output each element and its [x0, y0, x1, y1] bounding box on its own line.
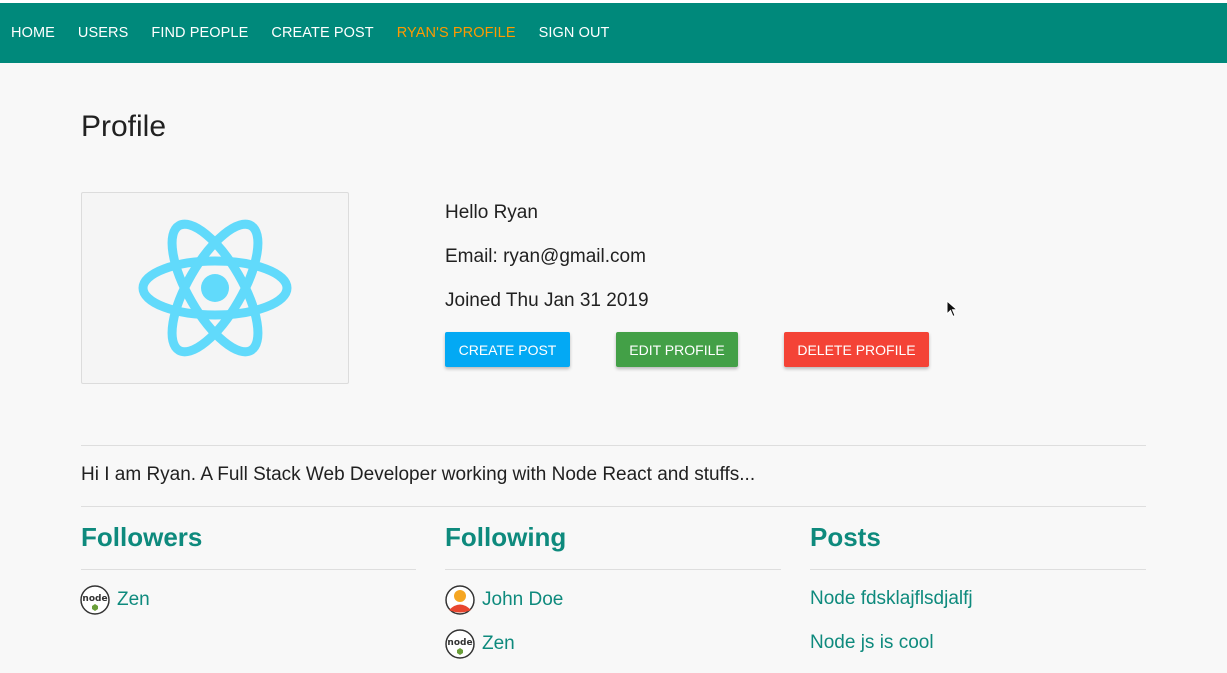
nav-users[interactable]: USERS [78, 25, 128, 41]
nodejs-avatar-icon: node [445, 629, 475, 659]
mouse-cursor-icon [946, 300, 958, 318]
divider [81, 506, 1146, 507]
greeting-text: Hello Ryan [445, 202, 538, 223]
following-item[interactable]: node Zen [445, 629, 515, 659]
delete-profile-button[interactable]: DELETE PROFILE [784, 332, 929, 367]
default-user-avatar-icon [445, 585, 475, 615]
post-link[interactable]: Node fdsklajflsdjalfj [810, 588, 973, 610]
page-title: Profile [81, 110, 167, 143]
nodejs-avatar-icon: node [80, 585, 110, 615]
follower-item[interactable]: node Zen [80, 585, 150, 615]
nav-sign-out[interactable]: SIGN OUT [539, 25, 610, 41]
posts-title: Posts [810, 522, 881, 552]
followers-divider [81, 569, 416, 570]
nav-create-post[interactable]: CREATE POST [271, 25, 373, 41]
divider [81, 445, 1146, 446]
post-link[interactable]: Node js is cool [810, 632, 934, 654]
following-name: John Doe [482, 589, 564, 610]
following-divider [445, 569, 781, 570]
following-title: Following [445, 522, 567, 552]
nav-home[interactable]: HOME [11, 25, 55, 41]
posts-divider [810, 569, 1146, 570]
react-logo-icon [138, 219, 292, 357]
follower-name: Zen [117, 589, 150, 610]
create-post-button[interactable]: CREATE POST [445, 332, 570, 367]
nav-ryans-profile[interactable]: RYAN'S PROFILE [397, 25, 516, 41]
following-item[interactable]: John Doe [445, 585, 563, 615]
nav-find-people[interactable]: FIND PEOPLE [151, 25, 248, 41]
joined-date-text: Joined Thu Jan 31 2019 [445, 290, 649, 311]
email-text: Email: ryan@gmail.com [445, 246, 646, 267]
about-text: Hi I am Ryan. A Full Stack Web Developer… [81, 464, 756, 485]
edit-profile-button[interactable]: EDIT PROFILE [616, 332, 738, 367]
following-name: Zen [482, 633, 515, 654]
svg-text:node: node [447, 638, 472, 648]
followers-title: Followers [81, 522, 203, 552]
profile-avatar [81, 192, 349, 384]
top-navbar: HOME USERS FIND PEOPLE CREATE POST RYAN'… [0, 3, 1227, 63]
svg-text:node: node [82, 594, 107, 604]
